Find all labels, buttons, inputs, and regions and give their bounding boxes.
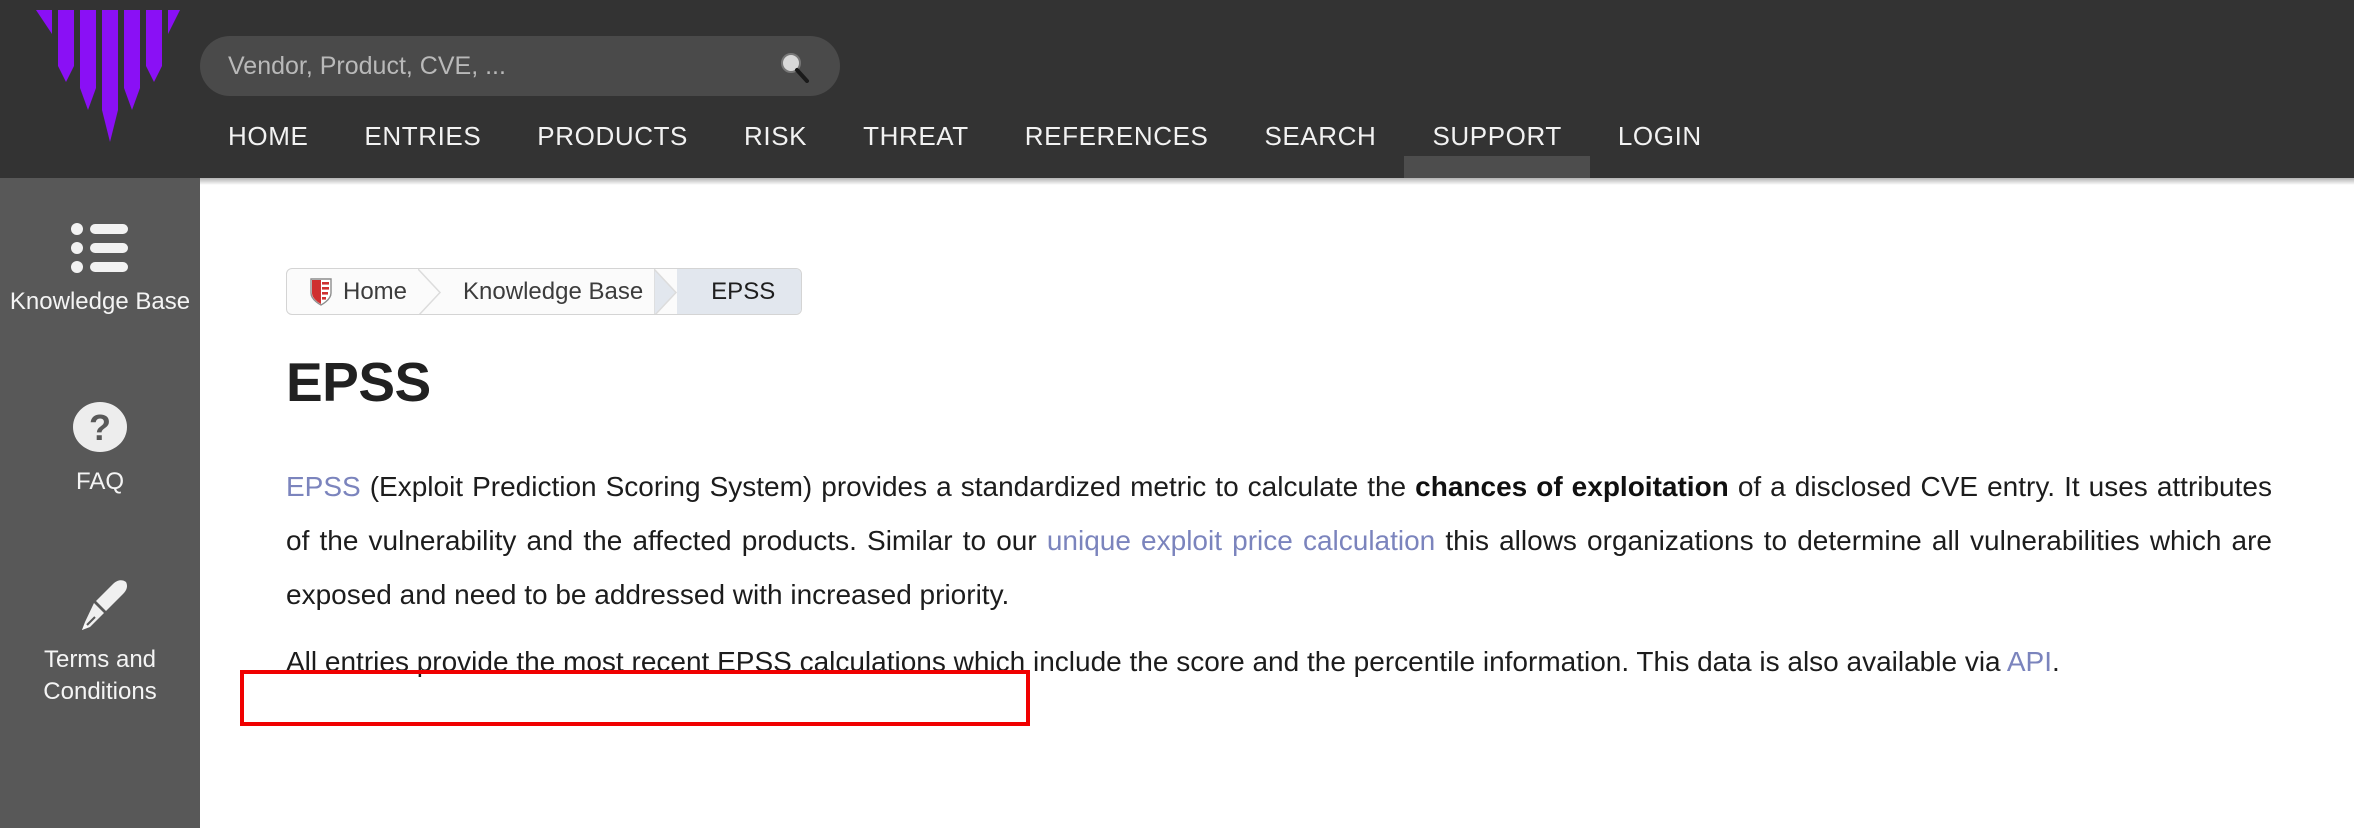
nav-item-risk[interactable]: RISK — [716, 112, 835, 178]
breadcrumb: Home Knowledge Base EPSS — [286, 268, 803, 315]
sidebar-item-terms-and-conditions[interactable]: Terms and Conditions — [0, 578, 200, 708]
paragraph-intro: EPSS (Exploit Prediction Scoring System)… — [286, 460, 2272, 622]
nav-item-home[interactable]: HOME — [200, 112, 336, 178]
epss-link[interactable]: EPSS — [286, 471, 361, 502]
main-navigation: HOME ENTRIES PRODUCTS RISK THREAT REFERE… — [200, 112, 1730, 178]
emphasis-chances-of-exploitation: chances of exploitation — [1415, 471, 1729, 502]
nav-item-references[interactable]: REFERENCES — [997, 112, 1237, 178]
nav-item-login[interactable]: LOGIN — [1590, 112, 1730, 178]
sidebar-item-label: Knowledge Base — [9, 288, 191, 315]
nav-item-support[interactable]: SUPPORT — [1404, 112, 1591, 178]
sidebar-item-faq[interactable]: ? FAQ — [0, 400, 200, 498]
nav-item-products[interactable]: PRODUCTS — [509, 112, 716, 178]
chevron-right-icon — [653, 269, 678, 314]
paragraph-epss-calculations: All entries provide the most recent EPSS… — [286, 635, 2272, 689]
question-circle-icon: ? — [68, 400, 132, 456]
exploit-price-calculation-link[interactable]: unique exploit price calculation — [1047, 525, 1435, 556]
pen-nib-icon — [68, 578, 132, 634]
sidebar: Knowledge Base ? FAQ Terms and Condition… — [0, 178, 200, 828]
search-icon[interactable] — [778, 51, 810, 83]
nav-item-search[interactable]: SEARCH — [1236, 112, 1404, 178]
nav-item-threat[interactable]: THREAT — [835, 112, 997, 178]
main-content: Home Knowledge Base EPSS EPSS EPSS (Expl… — [200, 178, 2354, 828]
chevron-right-icon — [417, 269, 442, 314]
breadcrumb-item-knowledge-base[interactable]: Knowledge Base — [441, 269, 678, 314]
breadcrumb-item-label: Home — [343, 277, 408, 305]
breadcrumb-item-epss-current: EPSS — [677, 269, 802, 314]
page-title: EPSS — [286, 351, 431, 413]
list-icon — [68, 220, 132, 276]
search-input[interactable] — [228, 36, 768, 96]
paragraph-text: (Exploit Prediction Scoring System) prov… — [360, 471, 1416, 502]
paragraph-text: All entries provide the most recent EPSS… — [286, 646, 2007, 677]
sidebar-item-label: FAQ — [75, 468, 124, 495]
sidebar-item-knowledge-base[interactable]: Knowledge Base — [0, 220, 200, 318]
sidebar-item-label: Terms and Conditions — [43, 646, 157, 705]
vuldb-logo-icon — [36, 10, 180, 142]
content-top-shadow — [200, 178, 2354, 185]
search-box[interactable] — [200, 36, 840, 96]
breadcrumb-item-label: EPSS — [711, 277, 776, 305]
svg-text:?: ? — [89, 407, 111, 448]
shield-icon — [309, 277, 333, 307]
breadcrumb-item-label: Knowledge Base — [463, 277, 644, 305]
api-link[interactable]: API — [2007, 646, 2052, 677]
paragraph-text: . — [2052, 646, 2060, 677]
site-header: HOME ENTRIES PRODUCTS RISK THREAT REFERE… — [0, 0, 2354, 178]
nav-item-entries[interactable]: ENTRIES — [336, 112, 509, 178]
vuldb-logo[interactable] — [30, 6, 180, 146]
breadcrumb-item-home[interactable]: Home — [287, 269, 442, 314]
